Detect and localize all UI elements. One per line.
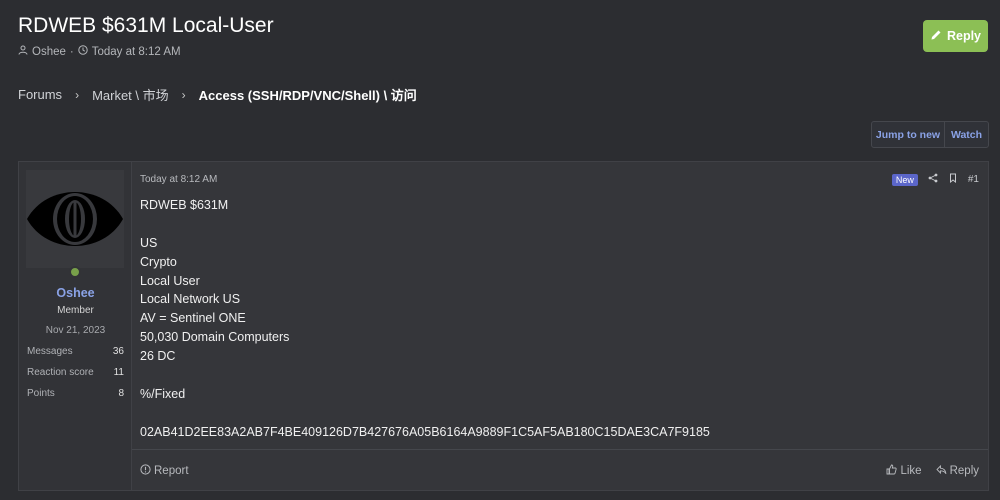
post-footer-divider [132, 449, 988, 450]
post-line: Local User [140, 273, 200, 288]
post-line [140, 215, 960, 234]
clock-icon [78, 45, 88, 58]
new-badge: New [891, 173, 918, 186]
online-status-indicator [69, 266, 81, 278]
post-username[interactable]: Oshee [19, 286, 132, 300]
thread-meta: Oshee · Today at 8:12 AM [18, 45, 181, 58]
jump-to-new-button[interactable]: Jump to new [872, 122, 945, 147]
alert-icon [140, 464, 151, 478]
like-button[interactable]: Like [886, 464, 922, 478]
reply-post-button[interactable]: Reply [935, 464, 979, 478]
user-icon [18, 45, 28, 58]
avatar[interactable] [26, 170, 124, 268]
post-number[interactable]: #1 [968, 174, 979, 185]
stat-label: Points [27, 388, 55, 399]
eye-icon [27, 192, 123, 246]
breadcrumb-item-access[interactable]: Access (SSH/RDP/VNC/Shell) \ 访问 [199, 85, 417, 104]
post-line [140, 366, 960, 385]
breadcrumb: Forums › Market \ 市场 › Access (SSH/RDP/V… [18, 85, 417, 104]
stat-label: Reaction score [27, 367, 94, 378]
meta-separator: · [69, 45, 74, 58]
post-line: 50,030 Domain Computers [140, 330, 290, 345]
post-footer-actions: Like Reply [886, 464, 979, 478]
breadcrumb-item-market[interactable]: Market \ 市场 [92, 85, 169, 104]
stat-value: 36 [112, 346, 124, 357]
stat-label: Messages [27, 346, 73, 357]
post-header-actions: New #1 [891, 173, 979, 186]
stat-reaction-score: Reaction score 11 [27, 367, 124, 378]
thread-time[interactable]: Today at 8:12 AM [92, 46, 181, 58]
post-line: US [140, 235, 158, 250]
stat-value: 8 [118, 388, 124, 399]
thread-action-group: Jump to new Watch [871, 121, 989, 148]
join-date: Nov 21, 2023 [45, 325, 106, 336]
share-icon[interactable] [928, 173, 938, 186]
like-label: Like [900, 465, 922, 477]
post-line: RDWEB $631M [140, 198, 229, 212]
post-line: AV = Sentinel ONE [140, 311, 246, 326]
reply-button[interactable]: Reply [923, 20, 988, 52]
chevron-right-icon: › [181, 87, 186, 102]
thread-author[interactable]: Oshee [32, 46, 66, 58]
breadcrumb-item-forums[interactable]: Forums [18, 87, 62, 102]
user-title: Member [57, 305, 94, 316]
post-line: %/Fixed [140, 386, 186, 401]
stat-value: 11 [113, 367, 124, 378]
page-title: RDWEB $631M Local-User [18, 14, 274, 37]
post-line: Local Network US [140, 292, 241, 307]
post: Oshee Member Nov 21, 2023 Messages 36 Re… [18, 161, 989, 491]
report-button[interactable]: Report [140, 464, 189, 478]
thumbs-up-icon [886, 464, 898, 478]
post-line: 02AB41D2EE83A2AB7F4BE409126D7B427676A05B… [140, 424, 710, 439]
pencil-icon [930, 29, 942, 44]
reply-button-label: Reply [946, 29, 982, 43]
post-body: RDWEB $631M US Crypto Local User Local N… [140, 196, 960, 442]
post-date[interactable]: Today at 8:12 AM [140, 174, 217, 185]
post-line: Crypto [140, 254, 177, 269]
watch-button[interactable]: Watch [945, 122, 988, 147]
report-label: Report [154, 465, 189, 477]
reply-arrow-icon [935, 464, 947, 478]
post-line [140, 404, 960, 423]
post-line: 26 DC [140, 349, 176, 364]
reply-label: Reply [949, 465, 979, 477]
post-user-column: Oshee Member Nov 21, 2023 Messages 36 Re… [19, 162, 132, 490]
bookmark-icon[interactable] [948, 173, 958, 186]
chevron-right-icon: › [75, 87, 80, 102]
stat-points: Points 8 [27, 388, 124, 399]
stat-messages: Messages 36 [27, 346, 124, 357]
